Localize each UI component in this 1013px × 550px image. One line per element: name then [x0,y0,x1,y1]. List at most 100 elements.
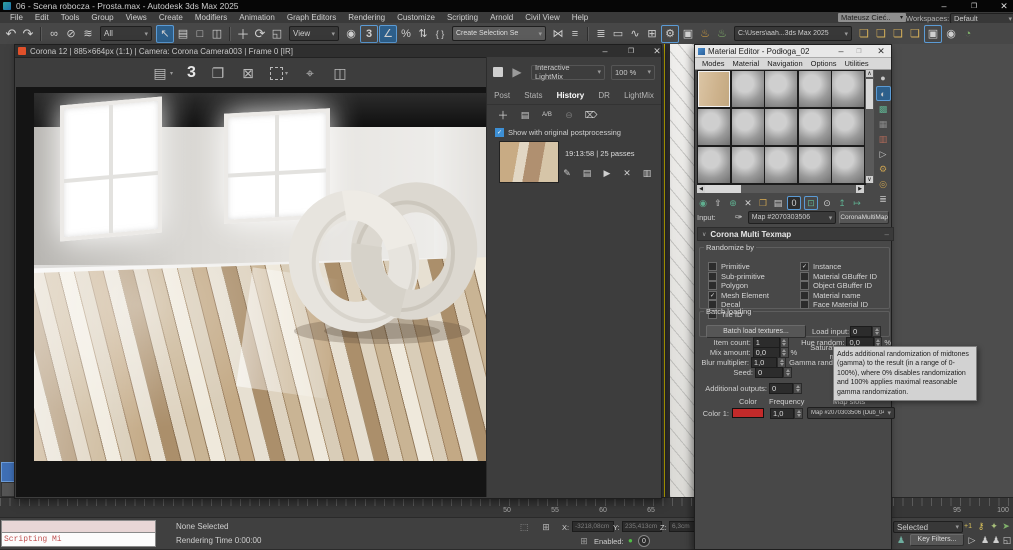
material-slot[interactable] [799,147,831,183]
tab-post[interactable]: Post [494,91,510,100]
material-slot[interactable] [765,147,797,183]
archive-folder-icon[interactable]: ❏ [907,26,923,42]
make-unique-icon[interactable]: ❐ [757,197,769,209]
slot-horizontal-scrollbar[interactable]: ◀ ▶ [697,185,864,193]
save-snapshot-icon[interactable]: ▤ [581,167,593,179]
minimize-button[interactable]: – [599,45,611,57]
toggle-ribbon-button[interactable]: ▭ [610,26,626,42]
y-coordinate-field[interactable]: 235,413cm [622,521,662,532]
assign-to-selection-icon[interactable]: ⊕ [727,197,739,209]
open-folder-icon[interactable]: ❏ [873,26,889,42]
maximize-viewport-icon[interactable]: ◱ [1001,534,1013,546]
import-folder-icon[interactable]: ❏ [856,26,872,42]
menu-graph-editors[interactable]: Graph Editors [281,13,342,22]
trash-icon[interactable]: ▥ [641,167,653,179]
render-iterative-button[interactable]: ♨ [714,26,730,42]
material-slot[interactable] [732,109,764,145]
undo-button[interactable]: ↶ [3,26,19,42]
bind-to-space-warp-icon[interactable]: ≋ [80,26,96,42]
menu-tools[interactable]: Tools [55,13,86,22]
menu-rendering[interactable]: Rendering [342,13,391,22]
get-material-icon[interactable]: ◉ [697,197,709,209]
background-icon[interactable]: ▩ [877,103,890,116]
unlink-selection-icon[interactable]: ⊘ [63,26,79,42]
checkbox-sub-primitive[interactable]: Sub-primitive [708,272,769,282]
play-animation-icon[interactable]: ▷ [966,534,978,546]
material-slot[interactable] [765,109,797,145]
close-button[interactable]: ✕ [651,45,663,57]
checkbox-icon[interactable] [800,291,809,300]
start-render-button[interactable]: ▶ [509,64,525,80]
select-and-move-button[interactable]: ＋ [235,26,251,42]
make-preview-icon[interactable]: ▷ [877,148,890,161]
input-map-dropdown[interactable]: Map #2070303506▾ [748,211,837,224]
checkbox-primitive[interactable]: Primitive [708,262,769,272]
tab-lightmix[interactable]: LightMix [624,91,654,100]
slot-vertical-scrollbar[interactable]: ∧ ∨ [865,70,874,183]
lightmix-mode-dropdown[interactable]: Interactive LightMix▾ [531,65,605,80]
load-input-field[interactable]: 0 [850,326,872,337]
viewport-layout-tab-active[interactable] [1,462,15,482]
go-to-parent-icon[interactable]: ↥ [836,197,848,209]
key-filters-button[interactable]: Key Filters... [910,534,964,546]
frequency1-field[interactable]: 1,0 [770,408,794,419]
frequency1-spinner[interactable] [794,408,803,419]
edit-snapshot-icon[interactable]: ✎ [561,167,573,179]
show-in-viewport-icon[interactable]: ⊡ [804,196,818,210]
me-menu-modes[interactable]: Modes [698,59,729,68]
menu-arnold[interactable]: Arnold [484,13,519,22]
checkbox-icon[interactable] [800,262,809,271]
material-slot[interactable] [732,147,764,183]
maximize-button[interactable]: ❐ [968,0,980,12]
select-and-rotate-button[interactable]: ⟳ [252,26,268,42]
checkbox-icon[interactable] [800,281,809,290]
layer-manager-button[interactable]: ≣ [593,26,609,42]
material-slot-wood-active[interactable] [698,71,730,107]
minimize-button[interactable]: – [938,0,950,12]
set-key-icon[interactable]: +1 [962,520,974,532]
scroll-left-icon[interactable]: ◀ [697,185,705,193]
rendered-frame-window-button[interactable]: ▣ [680,26,696,42]
color1-swatch[interactable] [732,408,764,418]
named-selection-sets-field[interactable]: Create Selection Se▾ [452,26,546,41]
tab-dr[interactable]: DR [598,91,610,100]
seed-field[interactable]: 0 [755,367,783,378]
maxscript-mini-listener-white[interactable]: Scripting Mi [1,532,156,547]
menu-civil-view[interactable]: Civil View [519,13,566,22]
align-button[interactable]: ≡ [567,26,583,42]
minimize-button[interactable]: – [835,45,847,57]
put-to-library-icon[interactable]: ▤ [772,197,784,209]
menu-views[interactable]: Views [120,13,153,22]
save-exr-button[interactable]: ▤ [519,109,531,121]
menu-help[interactable]: Help [566,13,594,22]
load-input-spinner[interactable] [872,326,881,337]
auto-key-icon[interactable]: ⚷ [975,520,987,532]
zero-badge[interactable]: 0 [638,535,650,547]
me-menu-options[interactable]: Options [807,59,841,68]
rollout-header[interactable]: ∨ Corona Multi Texmap – [697,227,894,241]
me-title-bar[interactable]: Material Editor - Podłoga_02 – ❐ ✕ [695,45,891,58]
backlight-icon[interactable]: ◐ [876,86,891,101]
material-editor-options-icon[interactable]: ⚙ [877,163,890,176]
stop-render-button[interactable] [493,67,503,77]
gizmo-toggle-icon[interactable]: ⊞ [578,535,590,547]
clear-history-button[interactable]: ⌦ [585,109,597,121]
me-menu-material[interactable]: Material [729,59,764,68]
checkbox-icon[interactable] [708,262,717,271]
menu-file[interactable]: File [4,13,29,22]
material-id-channel-icon[interactable]: 0 [787,196,801,210]
seed-spinner[interactable] [783,367,792,378]
menu-customize[interactable]: Customize [391,13,441,22]
history-item[interactable]: 19:13:58 | 25 passes ✎ ▤ ▶ ✕ ▥ [495,141,655,195]
percent-snap-toggle[interactable]: % [398,26,414,42]
show-end-result-icon[interactable]: ⊙ [821,197,833,209]
user-account-button[interactable]: Mateusz Cieć..▾ [838,13,906,22]
help-id-icon[interactable]: ◉ [943,26,959,42]
add-snapshot-button[interactable]: ＋ [497,109,509,121]
maximize-button[interactable]: ❐ [853,45,865,57]
additional-outputs-spinner[interactable] [793,383,802,394]
time-configuration-icon[interactable]: ◔ [960,26,976,42]
viewport-layout-add-button[interactable] [1,482,15,497]
material-slot[interactable] [765,71,797,107]
active-viewport-sliver[interactable] [664,44,695,497]
